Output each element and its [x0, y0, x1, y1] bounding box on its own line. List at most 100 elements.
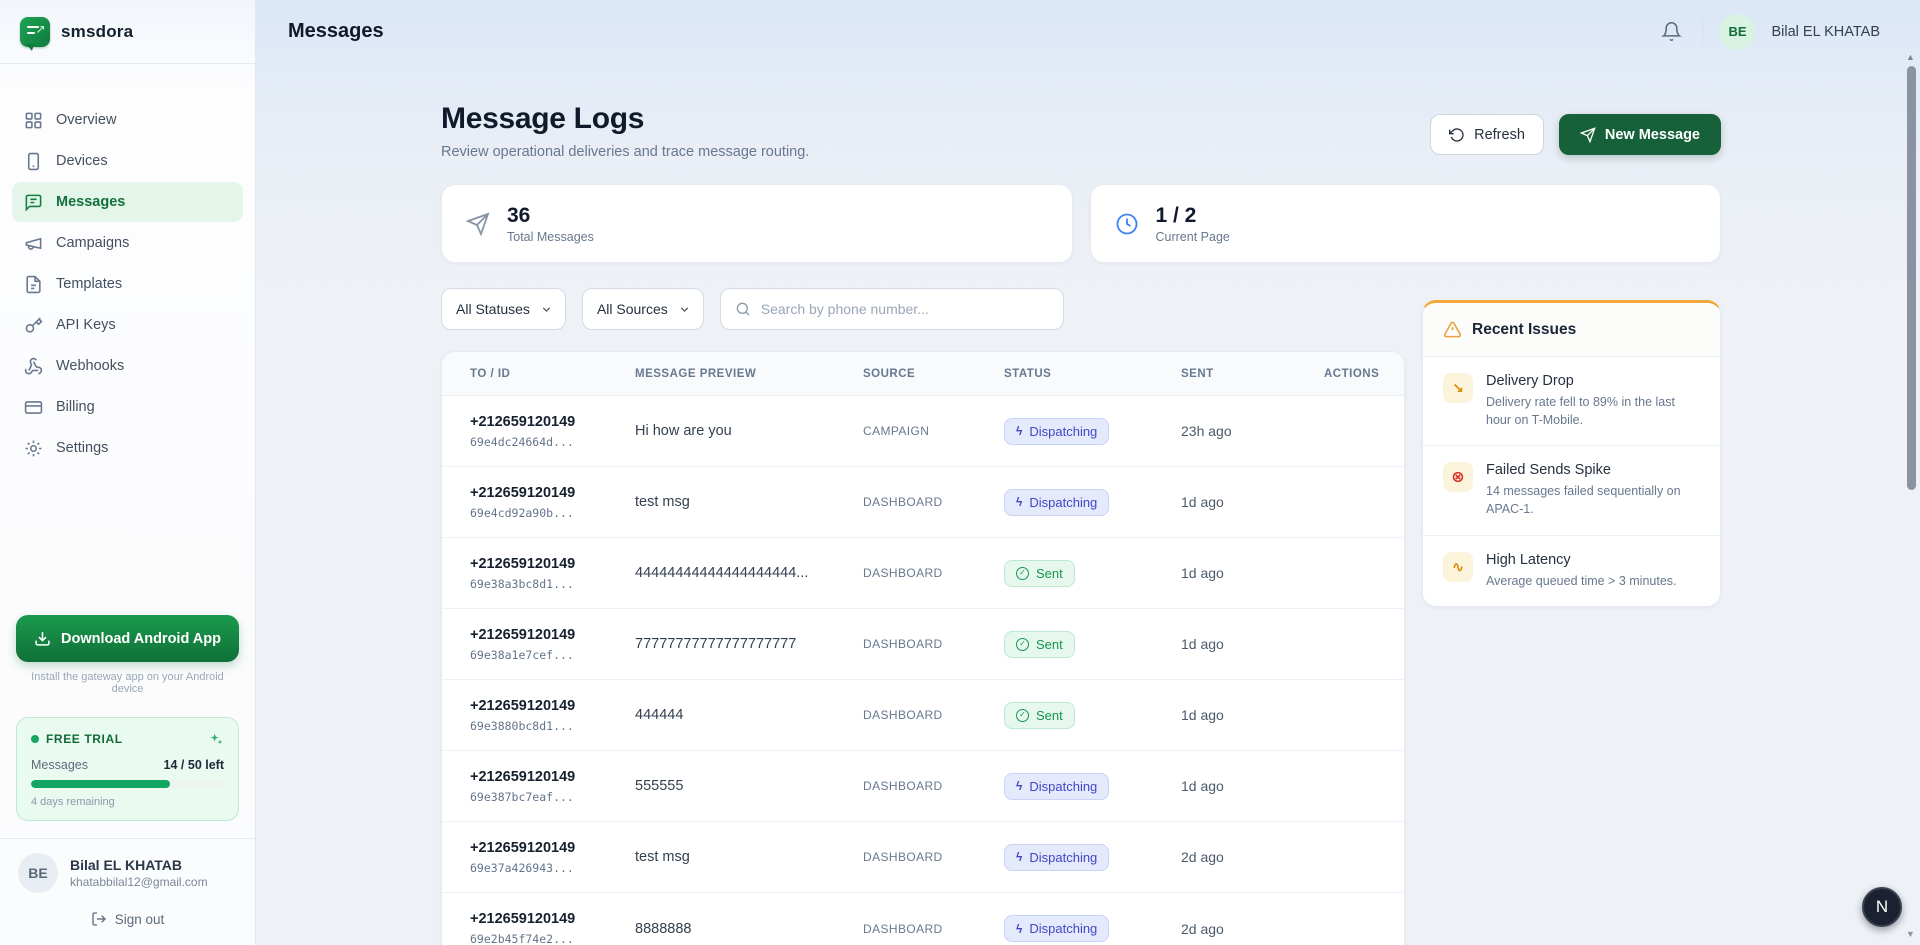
new-message-button[interactable]: New Message: [1559, 114, 1721, 155]
status-badge: Dispatching: [1004, 844, 1109, 871]
cell-to-id: +212659120149 69e4dc24664d...: [470, 414, 635, 449]
download-icon: [34, 630, 51, 647]
scrollbar-up-arrow[interactable]: ▲: [1906, 52, 1915, 62]
sparkles-icon: [208, 731, 224, 747]
phone-number: +212659120149: [470, 698, 635, 714]
issue-item: High Latency Average queued time > 3 min…: [1423, 536, 1720, 606]
table-row: +212659120149 69e387bc7eaf... 555555 DAS…: [442, 751, 1404, 822]
sign-out-label: Sign out: [115, 912, 165, 927]
issue-title: Delivery Drop: [1486, 373, 1700, 389]
sidebar-item-label: Messages: [56, 194, 125, 210]
chevron-down-icon: [678, 303, 691, 316]
scrollbar: ▲ ▼: [1903, 0, 1920, 945]
key-icon: [24, 316, 43, 335]
search-input[interactable]: [761, 301, 1049, 317]
status-badge: Sent: [1004, 560, 1075, 587]
sidebar-item-api-keys[interactable]: API Keys: [12, 305, 243, 345]
trial-progress-fill: [31, 780, 170, 788]
status-icon: [1016, 923, 1022, 935]
chat-icon: [24, 193, 43, 212]
page-subtitle: Review operational deliveries and trace …: [441, 144, 809, 160]
download-android-app-button[interactable]: Download Android App: [16, 615, 239, 662]
trial-status-dot: [31, 735, 39, 743]
table-header-row: TO / ID MESSAGE PREVIEW SOURCE STATUS SE…: [442, 352, 1404, 396]
phone-number: +212659120149: [470, 769, 635, 785]
avatar: BE: [18, 853, 58, 893]
issues-list: Delivery Drop Delivery rate fell to 89% …: [1423, 357, 1720, 606]
sidebar: smsdora Overview Devices Messages Campai…: [0, 0, 256, 945]
status-filter-select[interactable]: All Statuses: [441, 288, 566, 330]
source-filter-select[interactable]: All Sources: [582, 288, 704, 330]
issue-icon: [1443, 462, 1473, 492]
message-id: 69e37a426943...: [470, 861, 635, 875]
cell-source: DASHBOARD: [863, 637, 1004, 651]
send-icon: [466, 212, 490, 236]
sidebar-item-messages[interactable]: Messages: [12, 182, 243, 222]
trial-metric-value: 14 / 50 left: [164, 758, 224, 772]
page-section-title: Messages: [288, 20, 384, 43]
refresh-label: Refresh: [1474, 127, 1525, 143]
source-filter-value: All Sources: [597, 301, 668, 317]
column-header: ACTIONS: [1324, 368, 1379, 380]
cell-source: DASHBOARD: [863, 708, 1004, 722]
scrollbar-thumb[interactable]: [1907, 66, 1916, 490]
phone-number: +212659120149: [470, 556, 635, 572]
cell-message-preview: 8888888: [635, 921, 863, 937]
sidebar-item-label: Webhooks: [56, 358, 124, 374]
cell-sent: 23h ago: [1181, 423, 1324, 439]
message-id: 69e4cd92a90b...: [470, 506, 635, 520]
topbar-avatar[interactable]: BE: [1719, 14, 1755, 50]
sign-out-button[interactable]: Sign out: [18, 905, 237, 933]
sidebar-item-label: Devices: [56, 153, 108, 169]
column-header: MESSAGE PREVIEW: [635, 368, 863, 380]
phone-number: +212659120149: [470, 911, 635, 927]
sidebar-item-webhooks[interactable]: Webhooks: [12, 346, 243, 386]
gear-icon: [24, 439, 43, 458]
sidebar-item-label: Billing: [56, 399, 95, 415]
status-label: Dispatching: [1029, 850, 1097, 865]
topbar-user-name: Bilal EL KHATAB: [1771, 24, 1880, 40]
sidebar-item-label: API Keys: [56, 317, 116, 333]
cell-to-id: +212659120149 69e37a426943...: [470, 840, 635, 875]
phone-number: +212659120149: [470, 414, 635, 430]
table-row: +212659120149 69e4cd92a90b... test msg D…: [442, 467, 1404, 538]
sidebar-item-billing[interactable]: Billing: [12, 387, 243, 427]
status-badge: Dispatching: [1004, 773, 1109, 800]
status-badge: Dispatching: [1004, 418, 1109, 445]
sidebar-item-settings[interactable]: Settings: [12, 428, 243, 468]
sidebar-item-templates[interactable]: Templates: [12, 264, 243, 304]
user-name: Bilal EL KHATAB: [70, 857, 208, 873]
stat-card-current-page: 1 / 2 Current Page: [1090, 184, 1722, 263]
issue-title: Failed Sends Spike: [1486, 462, 1700, 478]
table-row: +212659120149 69e37a426943... test msg D…: [442, 822, 1404, 893]
status-icon: [1016, 780, 1022, 792]
status-label: Sent: [1036, 637, 1063, 652]
user-email: khatabbilal12@gmail.com: [70, 875, 208, 889]
nextjs-dev-badge[interactable]: N: [1862, 887, 1902, 927]
cell-source: CAMPAIGN: [863, 424, 1004, 438]
sidebar-item-overview[interactable]: Overview: [12, 100, 243, 140]
cell-sent: 1d ago: [1181, 636, 1324, 652]
trial-progress-track: [31, 780, 224, 788]
scrollbar-down-arrow[interactable]: ▼: [1906, 929, 1915, 939]
cell-sent: 2d ago: [1181, 849, 1324, 865]
download-button-label: Download Android App: [61, 631, 221, 647]
sidebar-item-campaigns[interactable]: Campaigns: [12, 223, 243, 263]
cell-message-preview: test msg: [635, 849, 863, 865]
status-filter-value: All Statuses: [456, 301, 530, 317]
status-icon: [1016, 851, 1022, 863]
status-label: Dispatching: [1029, 779, 1097, 794]
cell-source: DASHBOARD: [863, 779, 1004, 793]
cell-status: Dispatching: [1004, 773, 1181, 800]
notifications-button[interactable]: [1657, 17, 1686, 46]
grid-icon: [24, 111, 43, 130]
sidebar-item-devices[interactable]: Devices: [12, 141, 243, 181]
status-badge: Dispatching: [1004, 489, 1109, 516]
refresh-button[interactable]: Refresh: [1430, 114, 1544, 155]
stat-label: Current Page: [1156, 230, 1230, 244]
status-icon: [1016, 425, 1022, 437]
smartphone-icon: [24, 152, 43, 171]
issues-title: Recent Issues: [1472, 321, 1576, 339]
sidebar-item-label: Templates: [56, 276, 122, 292]
issue-item: Delivery Drop Delivery rate fell to 89% …: [1423, 357, 1720, 446]
